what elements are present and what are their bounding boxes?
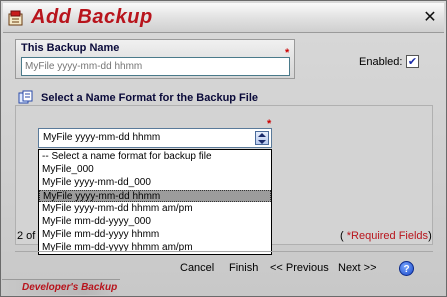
format-option[interactable]: MyFile mm-dd-yyyy hhmm am/pm bbox=[39, 242, 271, 254]
format-option[interactable]: MyFile mm-dd-yyyy hhmm bbox=[39, 229, 271, 241]
required-note-open: ( bbox=[340, 230, 344, 242]
backup-name-group: This Backup Name bbox=[15, 39, 295, 79]
finish-button[interactable]: Finish bbox=[229, 262, 258, 274]
name-format-select[interactable]: MyFile yyyy-mm-dd hhmm bbox=[38, 128, 272, 148]
backup-name-label: This Backup Name bbox=[21, 42, 120, 54]
required-note-text: Required Fields bbox=[351, 230, 429, 242]
name-format-selected-value: MyFile yyyy-mm-dd hhmm bbox=[43, 132, 161, 143]
updown-arrow-icon[interactable] bbox=[255, 131, 269, 145]
next-button[interactable]: Next >> bbox=[338, 262, 377, 274]
help-icon[interactable]: ? bbox=[399, 261, 414, 276]
required-note-close: ) bbox=[428, 230, 432, 242]
documents-icon bbox=[18, 90, 34, 104]
brand-tag: Developer's Backup bbox=[2, 279, 120, 295]
enabled-checkbox[interactable]: ✔ bbox=[406, 55, 419, 68]
title-bar: Add Backup ✕ bbox=[3, 3, 444, 33]
page-indicator: 2 of bbox=[17, 230, 36, 242]
format-option[interactable]: MyFile yyyy-mm-dd_000 bbox=[39, 177, 271, 189]
format-option[interactable]: MyFile yyyy-mm-dd hhmm am/pm bbox=[39, 203, 271, 215]
backup-icon bbox=[7, 9, 25, 27]
required-fields-note: ( *Required Fields) bbox=[340, 230, 432, 242]
backup-name-input[interactable] bbox=[21, 57, 290, 76]
format-option-highlighted[interactable]: MyFile yyyy-mm-dd hhmm bbox=[39, 190, 271, 202]
cancel-button[interactable]: Cancel bbox=[180, 262, 214, 274]
format-option[interactable]: -- Select a name format for backup file bbox=[39, 151, 271, 163]
window-title: Add Backup bbox=[31, 6, 153, 28]
brand-name: Developer's Backup bbox=[22, 282, 118, 293]
close-button[interactable]: ✕ bbox=[422, 9, 438, 25]
previous-button[interactable]: << Previous bbox=[270, 262, 329, 274]
footer-divider bbox=[15, 251, 433, 252]
format-option[interactable]: MyFile_000 bbox=[39, 164, 271, 176]
format-option[interactable]: MyFile mm-dd-yyyy_000 bbox=[39, 216, 271, 228]
format-section-title: Select a Name Format for the Backup File bbox=[41, 92, 259, 104]
enabled-label: Enabled: bbox=[359, 56, 403, 68]
required-marker-name: * bbox=[285, 47, 290, 59]
name-format-options-list: -- Select a name format for backup file … bbox=[38, 149, 272, 255]
add-backup-window: Add Backup ✕ This Backup Name * Enabled:… bbox=[0, 0, 447, 297]
